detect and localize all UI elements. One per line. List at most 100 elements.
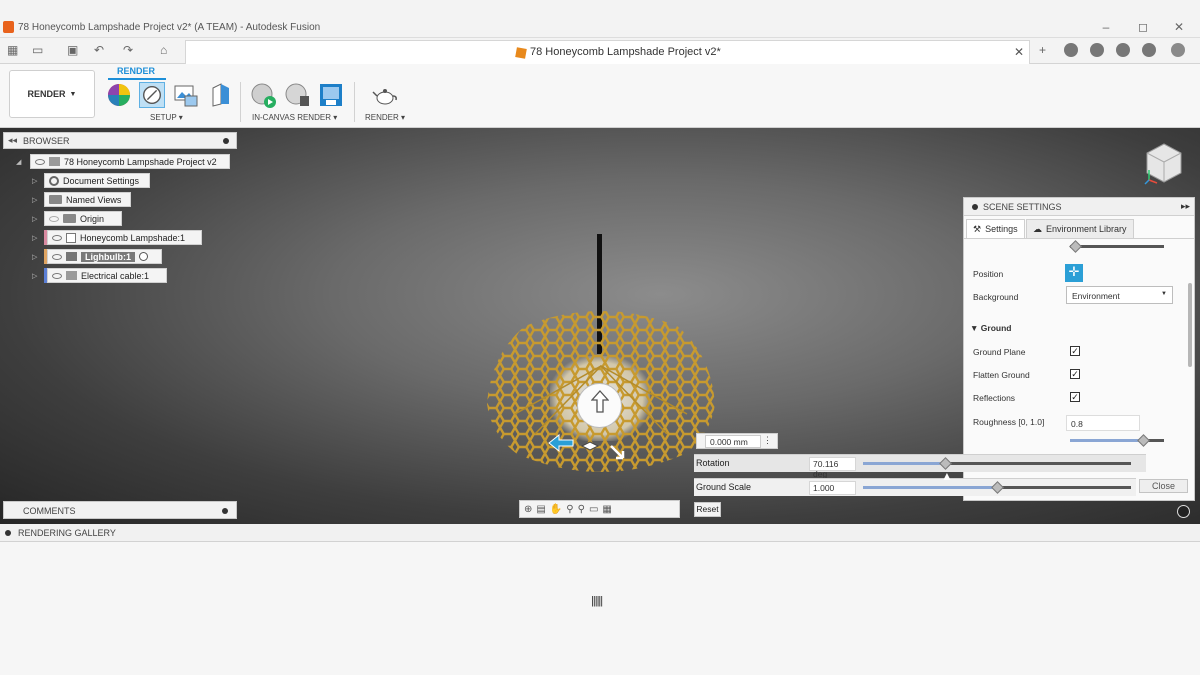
rendering-gallery-header[interactable]: RENDERING GALLERY — [0, 524, 1200, 542]
panel-scrollbar[interactable] — [1188, 283, 1192, 367]
reflections-checkbox[interactable]: ✓ — [1070, 392, 1080, 402]
undo-icon[interactable]: ↶ — [94, 43, 104, 57]
expand-panel-icon[interactable]: ▸▸ — [1181, 201, 1190, 212]
capture-image-icon[interactable] — [318, 82, 344, 108]
browser-item-named-views[interactable]: Named Views — [44, 192, 131, 207]
tab-environment-library[interactable]: ☁ Environment Library — [1026, 219, 1134, 238]
minimize-button[interactable]: – — [1099, 20, 1113, 34]
drag-grip-icon[interactable]: |||||| — [591, 595, 603, 607]
grid-settings-icon[interactable]: ▦ — [602, 504, 611, 515]
visibility-eye-icon[interactable] — [35, 158, 45, 165]
close-button[interactable]: Close — [1139, 479, 1188, 493]
maximize-button[interactable]: ◻ — [1136, 20, 1150, 34]
workspace-switcher[interactable]: RENDER ▼ — [9, 70, 95, 118]
appearance-icon[interactable] — [106, 82, 132, 108]
tree-expand-icon[interactable]: ▷ — [32, 272, 37, 280]
ribbon-tab-render[interactable]: RENDER — [117, 66, 155, 76]
diagonal-arrow-icon[interactable] — [609, 444, 625, 460]
setup-group-label[interactable]: SETUP ▾ — [150, 113, 183, 122]
extensions-icon[interactable] — [1064, 43, 1078, 57]
reset-button[interactable]: Reset — [694, 502, 721, 517]
activate-radio-icon[interactable] — [139, 252, 148, 261]
folder-icon — [63, 214, 76, 223]
scene-settings-icon[interactable] — [139, 82, 165, 108]
comments-add-icon[interactable] — [222, 508, 228, 514]
browser-item-document-settings[interactable]: Document Settings — [44, 173, 150, 188]
browser-item-electrical-cable[interactable]: Electrical cable:1 — [47, 268, 167, 283]
viewcube[interactable] — [1143, 140, 1185, 186]
decal-icon[interactable] — [173, 82, 199, 108]
scene-settings-header[interactable]: SCENE SETTINGS ▸▸ — [964, 198, 1194, 216]
job-status-icon[interactable] — [1090, 43, 1104, 57]
avatar[interactable] — [1171, 43, 1185, 57]
ground-scale-input[interactable]: 1.000 — [809, 481, 856, 495]
browser-item-label: Honeycomb Lampshade:1 — [80, 232, 186, 243]
close-window-button[interactable]: ✕ — [1172, 20, 1186, 34]
offset-input-box: 0.000 mm ⋮ — [696, 433, 778, 449]
orbit-icon[interactable]: ⊕ — [524, 504, 532, 515]
tab-settings[interactable]: ⚒ Settings — [966, 219, 1025, 238]
roughness-slider-knob[interactable] — [1137, 434, 1150, 447]
browser-item-origin[interactable]: Origin — [44, 211, 122, 226]
3d-viewport[interactable]: ◂◂ BROWSER ◢ 78 Honeycomb Lampshade Proj… — [0, 128, 1200, 524]
hidden-eye-icon[interactable] — [49, 215, 59, 222]
visibility-eye-icon[interactable] — [52, 234, 62, 241]
close-tab-icon[interactable]: ✕ — [1014, 45, 1024, 59]
browser-item-honeycomb-lampshade[interactable]: Honeycomb Lampshade:1 — [47, 230, 202, 245]
offset-input[interactable]: 0.000 mm — [705, 435, 761, 448]
browser-pin-icon[interactable] — [223, 138, 229, 144]
ground-plane-checkbox[interactable]: ✓ — [1070, 346, 1080, 356]
more-options-icon[interactable]: ⋮ — [763, 435, 772, 446]
background-select[interactable]: Environment ▼ — [1066, 286, 1173, 304]
browser-panel-header[interactable]: ◂◂ BROWSER — [3, 132, 237, 149]
roughness-input[interactable]: 0.8 — [1066, 415, 1140, 431]
notifications-icon[interactable] — [1116, 43, 1130, 57]
rotation-input[interactable]: 70.116 deg — [809, 457, 856, 479]
grid-menu-icon[interactable]: ▦ — [7, 43, 18, 57]
visibility-eye-icon[interactable] — [52, 272, 62, 279]
help-icon[interactable] — [1142, 43, 1156, 57]
up-arrow-icon[interactable] — [591, 390, 609, 414]
plane-handle-icon[interactable] — [580, 441, 600, 451]
display-settings-icon[interactable]: ▭ — [589, 504, 598, 515]
new-tab-icon[interactable]: + — [1039, 43, 1046, 57]
ground-section-header[interactable]: ▼ Ground — [970, 323, 1011, 333]
render-status-icon[interactable] — [1177, 505, 1190, 518]
document-tab[interactable]: 78 Honeycomb Lampshade Project v2* ✕ — [185, 40, 1030, 64]
in-canvas-settings-icon[interactable] — [284, 82, 310, 108]
browser-root-node[interactable]: 78 Honeycomb Lampshade Project v2 — [30, 154, 230, 169]
zoom-icon[interactable]: ⚲ — [566, 504, 573, 515]
gallery-collapse-icon[interactable] — [5, 530, 11, 536]
tree-expand-icon[interactable]: ▷ — [32, 234, 37, 242]
tree-expand-icon[interactable]: ▷ — [32, 196, 37, 204]
file-menu-icon[interactable]: ▭ — [32, 43, 43, 57]
redo-icon[interactable]: ↷ — [123, 43, 133, 57]
browser-root-label: 78 Honeycomb Lampshade Project v2 — [64, 156, 217, 167]
comments-panel-header[interactable]: COMMENTS — [3, 501, 237, 519]
render-group-label[interactable]: RENDER ▾ — [365, 113, 405, 122]
tree-expand-icon[interactable]: ▷ — [32, 253, 37, 261]
home-icon[interactable]: ⌂ — [160, 43, 167, 57]
fit-icon[interactable]: ⚲ — [578, 504, 585, 515]
texture-map-icon[interactable] — [207, 82, 233, 108]
pan-icon[interactable]: ✋ — [550, 504, 562, 515]
brightness-slider-knob[interactable] — [1069, 240, 1082, 253]
brightness-slider[interactable] — [1070, 245, 1164, 248]
position-move-button[interactable]: ✛ — [1065, 264, 1083, 282]
in-canvas-render-group-label[interactable]: IN-CANVAS RENDER ▾ — [252, 113, 337, 122]
tree-expand-icon[interactable]: ▷ — [32, 215, 37, 223]
move-manipulator[interactable] — [577, 383, 622, 428]
visibility-eye-icon[interactable] — [52, 253, 62, 260]
flatten-ground-checkbox[interactable]: ✓ — [1070, 369, 1080, 379]
in-canvas-render-icon[interactable] — [250, 82, 276, 108]
comments-title: COMMENTS — [23, 506, 76, 516]
render-teapot-icon[interactable] — [372, 82, 398, 108]
panel-pin-icon[interactable] — [972, 204, 978, 210]
look-at-icon[interactable]: ▤ — [536, 504, 545, 515]
tree-expand-icon[interactable]: ▷ — [32, 177, 37, 185]
left-arrow-icon[interactable] — [548, 434, 574, 452]
browser-item-lightbulb[interactable]: Lighbulb:1 — [47, 249, 162, 264]
collapse-browser-icon[interactable]: ◂◂ — [8, 135, 17, 146]
tree-expand-icon[interactable]: ◢ — [16, 158, 21, 166]
save-icon[interactable]: ▣ — [67, 43, 78, 57]
